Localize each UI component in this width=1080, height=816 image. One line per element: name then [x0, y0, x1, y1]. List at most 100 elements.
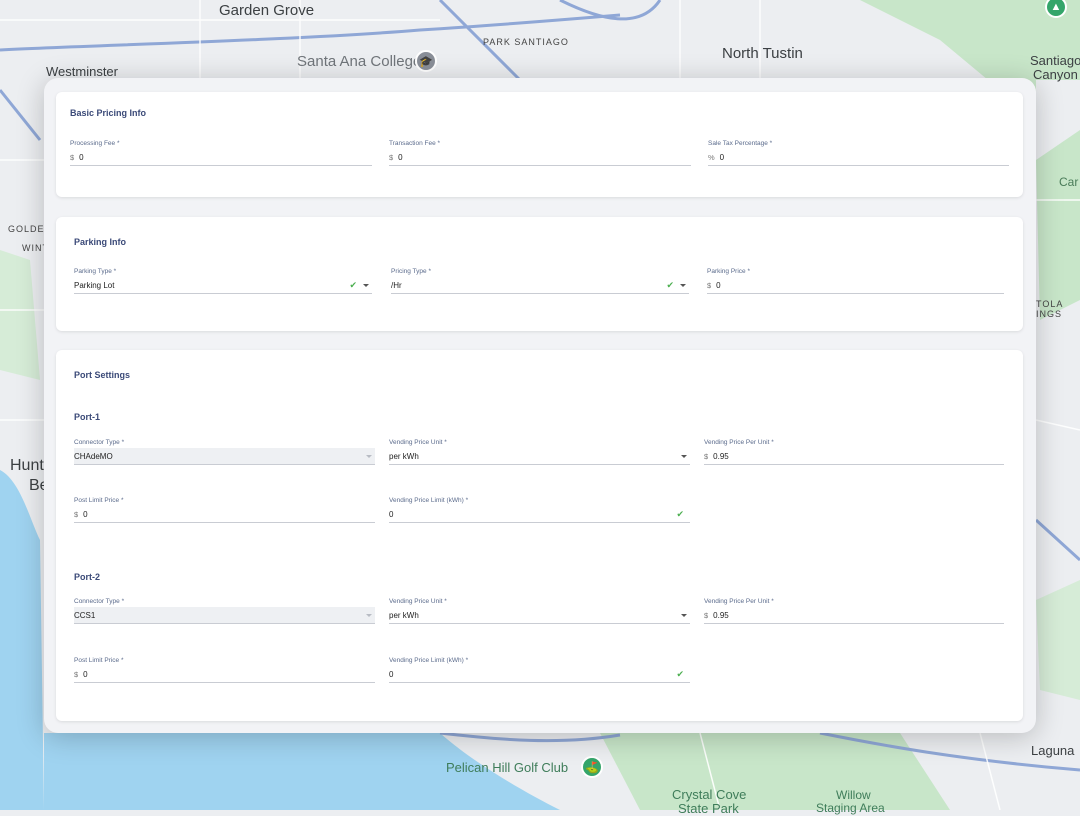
parking-type-value: Parking Lot	[74, 280, 115, 290]
parking-price-field[interactable]: Parking Price * $ 0	[707, 268, 1004, 294]
sale-tax-value[interactable]: 0	[720, 153, 1009, 162]
vending-price-limit-label: Vending Price Limit (kWh) *	[389, 497, 469, 504]
port-2-connector-type-field: Connector Type * CCS1	[74, 598, 375, 624]
map-label-ings: INGS	[1036, 309, 1063, 319]
connector-type-value: CHAdeMO	[74, 451, 113, 461]
map-label-willow: Willow	[836, 788, 871, 802]
map-label-state-park: State Park	[678, 801, 739, 816]
dollar-prefix: $	[389, 152, 394, 162]
check-icon: ✔	[676, 508, 684, 519]
vending-price-unit-label: Vending Price Unit *	[389, 598, 447, 605]
processing-fee-label: Processing Fee *	[70, 140, 120, 147]
map-label-westminster: Westminster	[46, 64, 118, 79]
processing-fee-field[interactable]: Processing Fee * $ 0	[70, 140, 372, 166]
vending-price-limit-value[interactable]: 0	[389, 670, 676, 679]
transaction-fee-field[interactable]: Transaction Fee * $ 0	[389, 140, 691, 166]
port-2-vending-price-per-unit-field[interactable]: Vending Price Per Unit * $ 0.95	[704, 598, 1004, 624]
dollar-prefix: $	[74, 509, 79, 519]
parking-price-value[interactable]: 0	[716, 281, 1004, 290]
map-label-santa-ana-college: Santa Ana College	[297, 53, 422, 70]
basic-pricing-title: Basic Pricing Info	[70, 108, 147, 118]
map-label-park-santiago: PARK SANTIAGO	[483, 37, 569, 47]
port-2-vending-price-unit-select[interactable]: per kWh	[389, 607, 690, 624]
vending-price-unit-label: Vending Price Unit *	[389, 439, 447, 446]
post-limit-price-value[interactable]: 0	[83, 670, 375, 679]
parking-info-title: Parking Info	[74, 237, 127, 247]
pricing-type-value: /Hr	[391, 280, 402, 290]
post-limit-price-label: Post Limit Price *	[74, 497, 124, 504]
vending-price-per-unit-label: Vending Price Per Unit *	[704, 439, 774, 446]
dollar-prefix: $	[70, 152, 75, 162]
port-2-vending-price-unit-field[interactable]: Vending Price Unit * per kWh	[389, 598, 690, 624]
check-icon: ✔	[676, 668, 684, 679]
port-1-post-limit-price-input[interactable]: $ 0	[74, 506, 375, 523]
basic-pricing-card: Basic Pricing Info Processing Fee * $ 0 …	[56, 92, 1023, 197]
caret-down-icon	[366, 454, 372, 458]
map-label-crystal-cove: Crystal Cove	[672, 787, 747, 802]
check-icon: ✔	[349, 279, 357, 290]
map-label-staging-area: Staging Area	[816, 801, 885, 815]
dollar-prefix: $	[704, 610, 709, 620]
port-1-title: Port-1	[74, 412, 101, 422]
port-2-connector-type-select: CCS1	[74, 607, 375, 624]
port-2-vending-price-limit-input[interactable]: 0 ✔	[389, 666, 690, 683]
caret-down-icon[interactable]	[681, 454, 687, 458]
transaction-fee-value[interactable]: 0	[398, 153, 691, 162]
pricing-type-select[interactable]: /Hr ✔	[391, 277, 689, 294]
map-label-santiago: Santiago	[1030, 53, 1080, 68]
port-1-connector-type-field: Connector Type * CHAdeMO	[74, 439, 375, 465]
pricing-settings-modal: Basic Pricing Info Processing Fee * $ 0 …	[44, 78, 1036, 733]
map-label-tola: TOLA	[1036, 299, 1064, 309]
connector-type-value: CCS1	[74, 610, 96, 620]
dollar-prefix: $	[704, 451, 709, 461]
map-label-laguna: Laguna	[1031, 743, 1075, 758]
port-2-vending-price-per-unit-input[interactable]: $ 0.95	[704, 607, 1004, 624]
vending-price-per-unit-value[interactable]: 0.95	[713, 611, 1004, 620]
port-1-vending-price-limit-field[interactable]: Vending Price Limit (kWh) * 0 ✔	[389, 497, 690, 523]
port-1-post-limit-price-field[interactable]: Post Limit Price * $ 0	[74, 497, 375, 523]
dollar-prefix: $	[707, 280, 712, 290]
port-1-vending-price-unit-field[interactable]: Vending Price Unit * per kWh	[389, 439, 690, 465]
map-label-north-tustin: North Tustin	[722, 45, 803, 62]
map-label-hunt: Hunt	[10, 457, 44, 474]
percent-prefix: %	[708, 152, 715, 162]
port-2-vending-price-limit-field[interactable]: Vending Price Limit (kWh) * 0 ✔	[389, 657, 690, 683]
port-settings-title: Port Settings	[74, 370, 131, 380]
processing-fee-value[interactable]: 0	[79, 153, 372, 162]
port-2-post-limit-price-field[interactable]: Post Limit Price * $ 0	[74, 657, 375, 683]
vending-price-per-unit-value[interactable]: 0.95	[713, 452, 1004, 461]
sale-tax-field[interactable]: Sale Tax Percentage * % 0	[708, 140, 1009, 166]
sale-tax-label: Sale Tax Percentage *	[708, 140, 773, 147]
sale-tax-input[interactable]: % 0	[708, 149, 1009, 166]
golf-course-icon[interactable]: ⛳	[581, 756, 603, 778]
post-limit-price-label: Post Limit Price *	[74, 657, 124, 664]
parking-type-field[interactable]: Parking Type * Parking Lot ✔	[74, 268, 372, 294]
transaction-fee-input[interactable]: $ 0	[389, 149, 691, 166]
post-limit-price-value[interactable]: 0	[83, 510, 375, 519]
vending-price-per-unit-label: Vending Price Per Unit *	[704, 598, 774, 605]
parking-price-input[interactable]: $ 0	[707, 277, 1004, 294]
transaction-fee-label: Transaction Fee *	[389, 140, 441, 147]
caret-down-icon[interactable]	[363, 283, 369, 287]
port-1-vending-price-unit-select[interactable]: per kWh	[389, 448, 690, 465]
connector-type-label: Connector Type *	[74, 439, 125, 446]
port-2-post-limit-price-input[interactable]: $ 0	[74, 666, 375, 683]
school-icon[interactable]: 🎓	[415, 50, 437, 72]
processing-fee-input[interactable]: $ 0	[70, 149, 372, 166]
caret-down-icon[interactable]	[680, 283, 686, 287]
pricing-type-field[interactable]: Pricing Type * /Hr ✔	[391, 268, 689, 294]
connector-type-label: Connector Type *	[74, 598, 125, 605]
vending-price-limit-value[interactable]: 0	[389, 510, 676, 519]
dollar-prefix: $	[74, 669, 79, 679]
port-1-vending-price-per-unit-field[interactable]: Vending Price Per Unit * $ 0.95	[704, 439, 1004, 465]
port-2-title: Port-2	[74, 572, 101, 582]
port-1-vending-price-per-unit-input[interactable]: $ 0.95	[704, 448, 1004, 465]
map-label-garden-grove: Garden Grove	[219, 2, 315, 19]
port-1-vending-price-limit-input[interactable]: 0 ✔	[389, 506, 690, 523]
parking-type-select[interactable]: Parking Lot ✔	[74, 277, 372, 294]
parking-price-label: Parking Price *	[707, 268, 750, 275]
vending-price-unit-value: per kWh	[389, 451, 419, 461]
map-label-car: Car	[1059, 175, 1079, 189]
caret-down-icon[interactable]	[681, 613, 687, 617]
vending-price-limit-label: Vending Price Limit (kWh) *	[389, 657, 469, 664]
